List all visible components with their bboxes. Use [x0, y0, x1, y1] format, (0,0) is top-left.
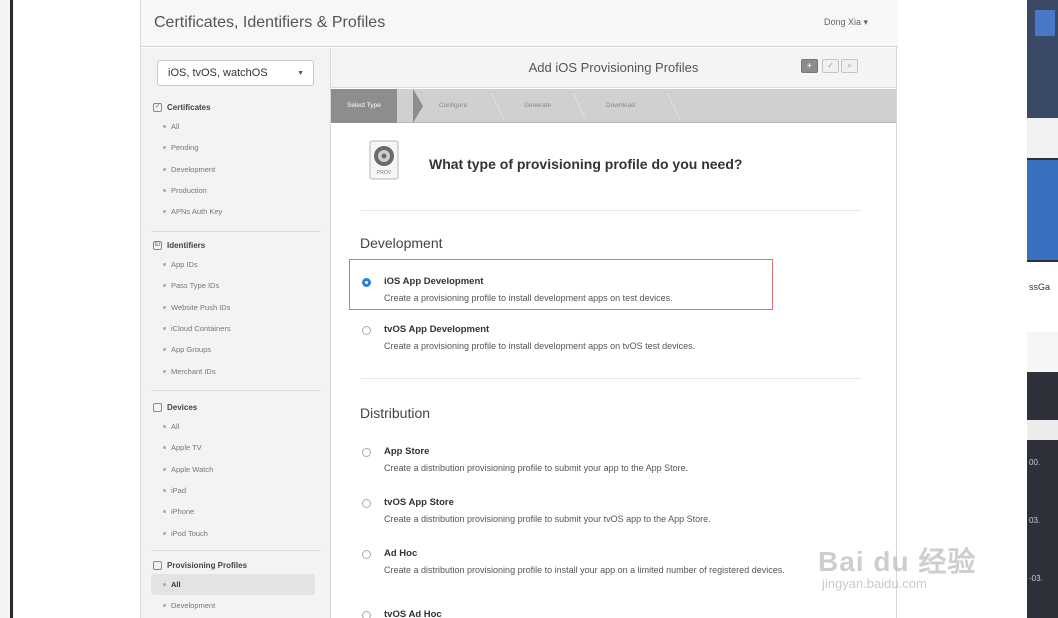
step-configure: Configure: [439, 102, 468, 109]
sidebar-item-iphone[interactable]: iPhone: [141, 501, 331, 522]
divider: [361, 210, 861, 211]
user-menu[interactable]: Dong Xia ▾: [824, 17, 868, 28]
id-card-icon: ID: [153, 240, 162, 250]
platform-select-value: iOS, tvOS, watchOS: [168, 67, 268, 79]
option-name: tvOS App Store: [384, 497, 454, 508]
background-label: -03.: [1029, 574, 1043, 583]
development-heading: Development: [360, 235, 443, 251]
option-description: Create a distribution provisioning profi…: [384, 514, 711, 524]
sidebar-item-devices-all[interactable]: All: [141, 416, 331, 437]
step-arrow: [413, 89, 423, 123]
option-description: Create a distribution provisioning profi…: [384, 565, 785, 575]
option-description: Create a distribution provisioning profi…: [384, 463, 689, 473]
sidebar-item-profiles-development[interactable]: Development: [141, 595, 331, 616]
sidebar-section-certificates: ✓ Certificates All Pending Development P…: [141, 98, 331, 222]
sidebar-section-devices: Devices All Apple TV Apple Watch iPad iP…: [141, 398, 331, 544]
option-name: tvOS Ad Hoc: [384, 609, 442, 618]
option-description: Create a provisioning profile to install…: [384, 341, 696, 351]
divider: [361, 378, 861, 379]
sidebar-item-certificates-all[interactable]: All: [141, 116, 331, 137]
provisioning-profile-icon: PROV: [369, 140, 399, 180]
sidebar-section-header[interactable]: ✓ Certificates: [141, 98, 331, 116]
radio-button[interactable]: [362, 611, 371, 618]
sidebar-item-apns-auth-key[interactable]: APNs Auth Key: [141, 201, 331, 222]
option-name: Ad Hoc: [384, 548, 418, 559]
sidebar-item-ipad[interactable]: iPad: [141, 480, 331, 501]
step-generate: Generate: [524, 102, 552, 109]
sidebar-section-provisioning-profiles: Provisioning Profiles All Development: [141, 556, 331, 617]
background-label: ssGa: [1029, 282, 1051, 292]
sidebar-item-pass-type-ids[interactable]: Pass Type IDs: [141, 275, 331, 296]
radio-button[interactable]: [362, 550, 371, 559]
sidebar-section-header[interactable]: Devices: [141, 398, 331, 416]
sidebar-item-icloud-containers[interactable]: iCloud Containers: [141, 318, 331, 339]
radio-button[interactable]: [362, 448, 371, 457]
distribution-heading: Distribution: [360, 405, 431, 421]
radio-button[interactable]: [362, 326, 371, 335]
background-window: ssGa 00. 03. -03.: [1027, 0, 1058, 618]
question-heading: What type of provisioning profile do you…: [429, 156, 743, 172]
sidebar-item-app-ids[interactable]: App IDs: [141, 254, 331, 275]
sidebar-item-production[interactable]: Production: [141, 180, 331, 201]
step-download: Download: [606, 102, 635, 109]
certificate-icon: ✓: [153, 102, 162, 112]
device-icon: [153, 402, 162, 412]
portal-title: Certificates, Identifiers & Profiles: [154, 14, 386, 31]
sidebar-item-ipod-touch[interactable]: iPod Touch: [141, 522, 331, 543]
watermark-logo: Bai du 经验: [818, 546, 977, 577]
edit-icon[interactable]: ✓: [822, 59, 839, 73]
option-name: tvOS App Development: [384, 324, 490, 335]
sidebar-section-identifiers: ID Identifiers App IDs Pass Type IDs Web…: [141, 236, 331, 382]
search-icon[interactable]: ⌕: [841, 59, 858, 73]
step-progress-bar: Select Type Configure Generate Download: [331, 89, 896, 123]
background-label: 00.: [1029, 458, 1041, 467]
content-header: Add iOS Provisioning Profiles + ✓ ⌕: [331, 48, 896, 88]
add-button[interactable]: +: [801, 59, 818, 73]
step-select-type: Select Type: [331, 89, 397, 123]
sidebar-item-pending[interactable]: Pending: [141, 137, 331, 158]
screenshot: Certificates, Identifiers & Profiles Don…: [0, 0, 1058, 618]
option-name: iOS App Development: [384, 276, 484, 287]
watermark-url: jingyan.baidu.com: [822, 576, 927, 591]
sidebar-section-header[interactable]: Provisioning Profiles: [141, 556, 331, 574]
option-description: Create a provisioning profile to install…: [384, 293, 673, 303]
radio-button[interactable]: [362, 499, 371, 508]
option-name: App Store: [384, 446, 430, 457]
sidebar-item-apple-tv[interactable]: Apple TV: [141, 437, 331, 458]
sidebar-section-header[interactable]: ID Identifiers: [141, 236, 331, 254]
document-icon: [153, 560, 162, 570]
sidebar-item-app-groups[interactable]: App Groups: [141, 339, 331, 360]
portal-header: Certificates, Identifiers & Profiles Don…: [141, 0, 898, 47]
left-window-edge: [0, 0, 14, 618]
platform-select[interactable]: iOS, tvOS, watchOS ▼: [157, 60, 314, 86]
background-label: 03.: [1029, 516, 1041, 525]
sidebar-item-apple-watch[interactable]: Apple Watch: [141, 459, 331, 480]
chevron-down-icon: ▼: [297, 70, 304, 77]
baidu-watermark: Bai du 经验 jingyan.baidu.com: [818, 540, 1018, 602]
sidebar-item-website-push-ids[interactable]: Website Push IDs: [141, 297, 331, 318]
sidebar-item-profiles-all[interactable]: All: [151, 574, 315, 596]
prov-label: PROV: [377, 170, 392, 176]
radio-button-selected[interactable]: [362, 278, 371, 287]
sidebar: iOS, tvOS, watchOS ▼ ✓ Certificates All …: [141, 48, 331, 618]
sidebar-item-merchant-ids[interactable]: Merchant IDs: [141, 360, 331, 381]
sidebar-item-development[interactable]: Development: [141, 159, 331, 180]
